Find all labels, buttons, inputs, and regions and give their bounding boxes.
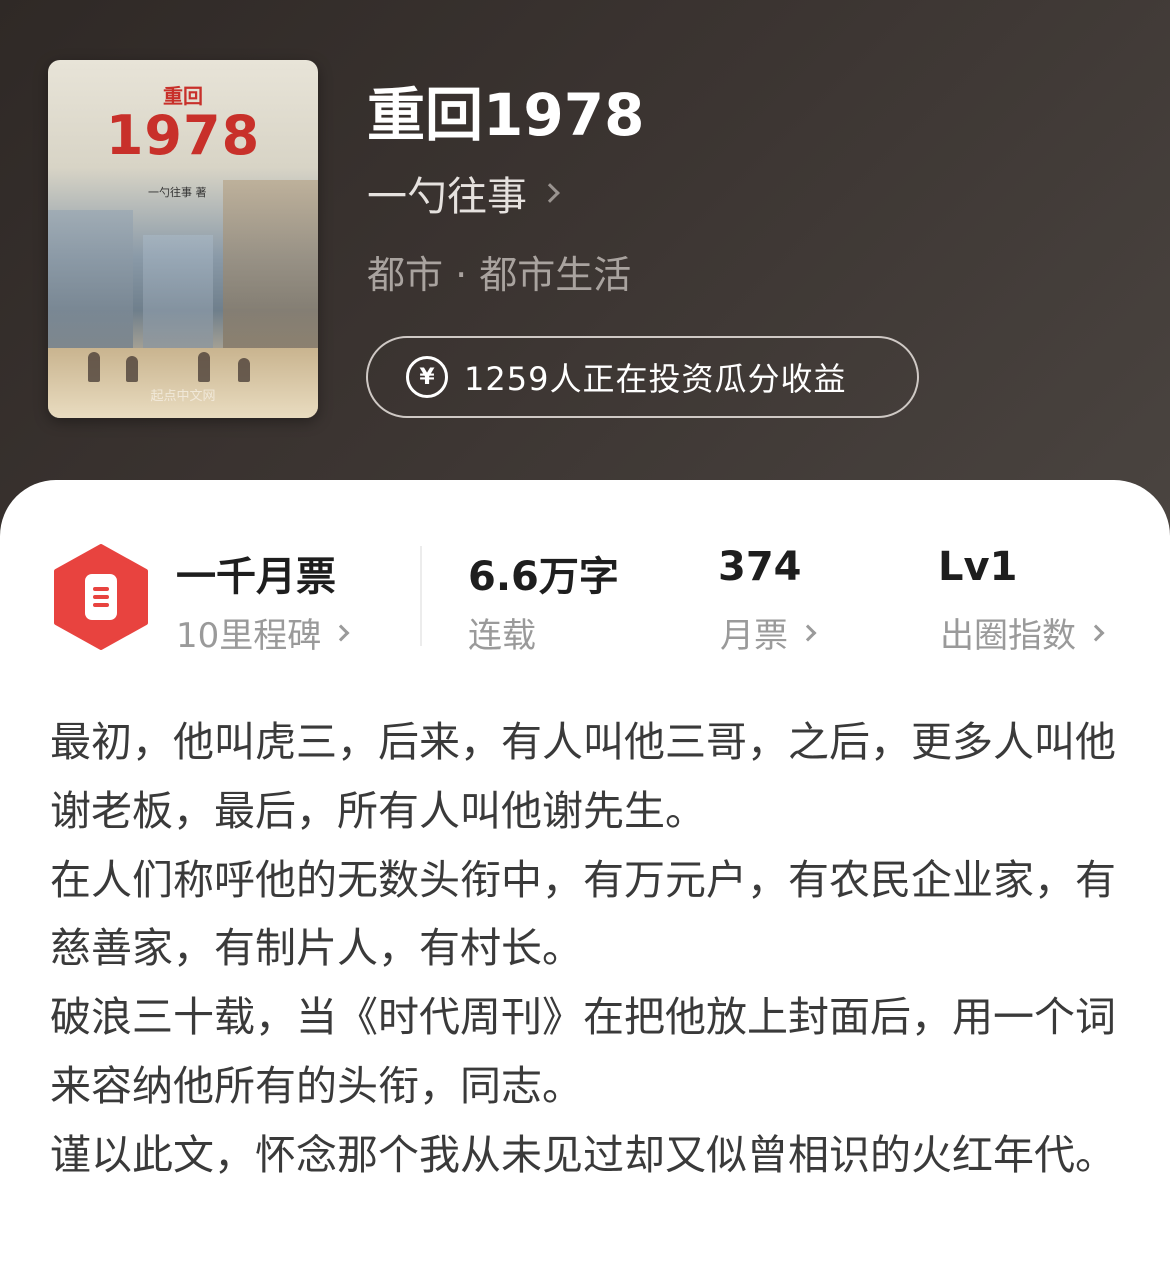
synopsis: 最初，他叫虎三，后来，有人叫他三哥，之后，更多人叫他谢老板，最后，所有人叫他谢先…	[50, 708, 1120, 1190]
chevron-right-icon	[1087, 624, 1105, 641]
chevron-right-icon	[332, 624, 350, 641]
monthly-ticket-link[interactable]: 月票	[720, 608, 817, 657]
synopsis-paragraph: 在人们称呼他的无数头衔中，有万元户，有农民企业家，有慈善家，有制片人，有村长。	[50, 855, 1116, 973]
book-genre: 都市 · 都市生活	[367, 253, 632, 297]
serial-status: 连载	[468, 608, 536, 657]
invest-text: 1259人正在投资瓜分收益	[464, 360, 847, 398]
author-name: 一勺往事	[367, 174, 527, 220]
synopsis-paragraph: 谨以此文，怀念那个我从未见过却又似曾相识的火红年代。	[50, 1130, 1116, 1179]
ticket-hexagon-icon[interactable]	[52, 544, 150, 650]
monthly-ticket-label: 月票	[720, 616, 788, 656]
cover-figure	[126, 356, 138, 382]
popularity-index-link[interactable]: 出圈指数	[940, 608, 1105, 657]
book-title: 重回1978	[367, 81, 645, 149]
synopsis-paragraph: 破浪三十载，当《时代周刊》在把他放上封面后，用一个词来容纳他所有的头衔，同志。	[50, 993, 1116, 1110]
cover-title: 1978	[105, 104, 261, 167]
chevron-right-icon	[540, 183, 560, 203]
popularity-index-label: 出圈指数	[940, 616, 1076, 656]
serial-label: 连载	[468, 616, 536, 656]
author-link[interactable]: 一勺往事	[367, 164, 560, 222]
cover-figure	[88, 352, 100, 382]
cover-author: 一勺往事 著	[148, 186, 207, 199]
milestone-sub: 10里程碑	[176, 616, 322, 656]
popularity-level: Lv1	[938, 544, 1018, 590]
cover-publisher: 起点中文网	[150, 389, 216, 404]
chevron-right-icon	[799, 624, 817, 641]
invest-button[interactable]: ¥ 1259人正在投资瓜分收益	[366, 336, 919, 418]
synopsis-paragraph: 最初，他叫虎三，后来，有人叫他三哥，之后，更多人叫他谢老板，最后，所有人叫他谢先…	[50, 718, 1116, 835]
cover-figure	[238, 358, 250, 382]
milestone-title: 一千月票	[176, 554, 336, 600]
book-info-card: 一千月票 10里程碑 6.6万字 连载 374 月票 Lv1 出圈指数 最初，他…	[0, 480, 1170, 1272]
stats-divider	[420, 546, 422, 646]
monthly-ticket-count: 374	[718, 544, 802, 590]
yen-circle-icon: ¥	[406, 356, 448, 398]
cover-figure	[198, 352, 210, 382]
book-header: 重回 1978 一勺往事 著 起点中文网 重回1978 一勺往事 都市 · 都市…	[0, 0, 1170, 540]
word-count: 6.6万字	[468, 554, 619, 600]
milestone-link[interactable]: 10里程碑	[176, 608, 350, 657]
book-cover[interactable]: 重回 1978 一勺往事 著 起点中文网	[48, 60, 318, 418]
